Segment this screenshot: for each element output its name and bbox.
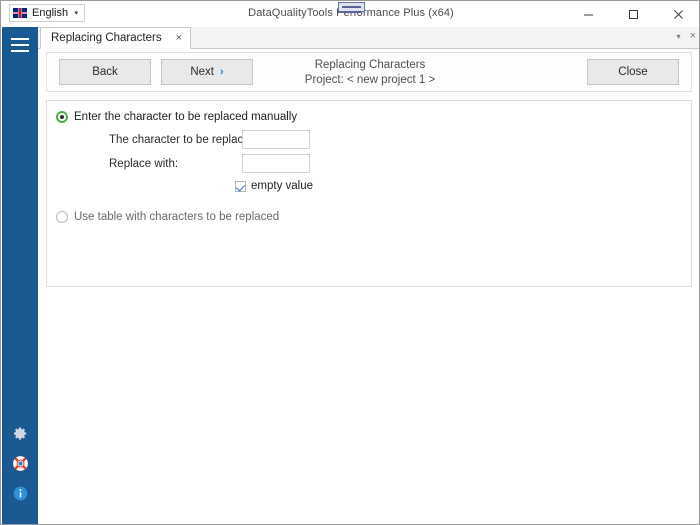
- next-button[interactable]: Next ›: [161, 59, 253, 85]
- radio-enter-character-manually-label: Enter the character to be replaced manua…: [74, 111, 298, 123]
- wizard-toolbar: Back Next › Replacing Characters Project…: [46, 52, 692, 92]
- language-selector[interactable]: English ▾: [9, 4, 85, 22]
- empty-value-checkbox-label: empty value: [251, 180, 314, 192]
- maximize-icon: [629, 9, 638, 19]
- floating-toolbar-handle[interactable]: [338, 2, 365, 13]
- title-bar: English ▾ DataQualityTools Performance P…: [1, 1, 699, 28]
- tab-strip-controls: ▾ ×: [677, 31, 696, 42]
- radio-unselected-icon: [56, 211, 68, 223]
- back-button-label: Back: [92, 66, 118, 78]
- tab-close-icon[interactable]: ×: [176, 33, 182, 44]
- radio-use-table[interactable]: Use table with characters to be replaced: [56, 211, 279, 223]
- united-kingdom-flag-icon: [13, 8, 27, 18]
- tab-replacing-characters[interactable]: Replacing Characters ×: [40, 27, 192, 49]
- content-area: Back Next › Replacing Characters Project…: [38, 49, 699, 524]
- close-button[interactable]: [656, 1, 699, 27]
- lifebuoy-icon: [12, 455, 28, 471]
- tab-strip: Replacing Characters × ▾ ×: [38, 27, 699, 49]
- character-to-replace-label: The character to be replaced:: [109, 134, 260, 146]
- radio-use-table-label: Use table with characters to be replaced: [74, 211, 280, 223]
- replace-with-label: Replace with:: [109, 158, 179, 170]
- maximize-button[interactable]: [611, 1, 656, 27]
- tab-label: Replacing Characters: [51, 32, 162, 44]
- sidebar-item-about[interactable]: [2, 478, 38, 508]
- chevron-down-icon: ▾: [74, 10, 78, 17]
- options-panel: Enter the character to be replaced manua…: [46, 100, 692, 287]
- chevron-right-icon: ›: [219, 66, 224, 78]
- sidebar-bottom-icons: [2, 418, 38, 508]
- application-window: English ▾ DataQualityTools Performance P…: [0, 0, 700, 525]
- minimize-icon: [584, 14, 593, 15]
- info-icon: [13, 486, 27, 500]
- sidebar-item-settings[interactable]: [2, 418, 38, 448]
- back-button[interactable]: Back: [59, 59, 151, 85]
- close-wizard-button-label: Close: [618, 66, 648, 78]
- close-icon: [674, 9, 683, 19]
- replace-with-input[interactable]: [242, 154, 310, 173]
- tab-overflow-chevron-down-icon[interactable]: ▾: [677, 32, 681, 41]
- tab-strip-close-icon[interactable]: ×: [690, 31, 696, 42]
- sidebar-item-support[interactable]: [2, 448, 38, 478]
- window-controls: [566, 1, 699, 27]
- close-wizard-button[interactable]: Close: [587, 59, 679, 85]
- hamburger-menu-icon[interactable]: [2, 27, 38, 63]
- gear-icon: [13, 426, 26, 440]
- empty-value-checkbox[interactable]: empty value: [235, 180, 313, 192]
- language-selector-value: English: [32, 7, 69, 19]
- radio-selected-icon: [56, 111, 68, 123]
- checkbox-checked-icon: [235, 180, 246, 192]
- next-button-label: Next: [190, 66, 214, 78]
- minimize-button[interactable]: [566, 1, 611, 27]
- character-to-replace-input[interactable]: [242, 130, 310, 149]
- radio-enter-character-manually[interactable]: Enter the character to be replaced manua…: [56, 111, 297, 123]
- left-sidebar: [2, 27, 38, 524]
